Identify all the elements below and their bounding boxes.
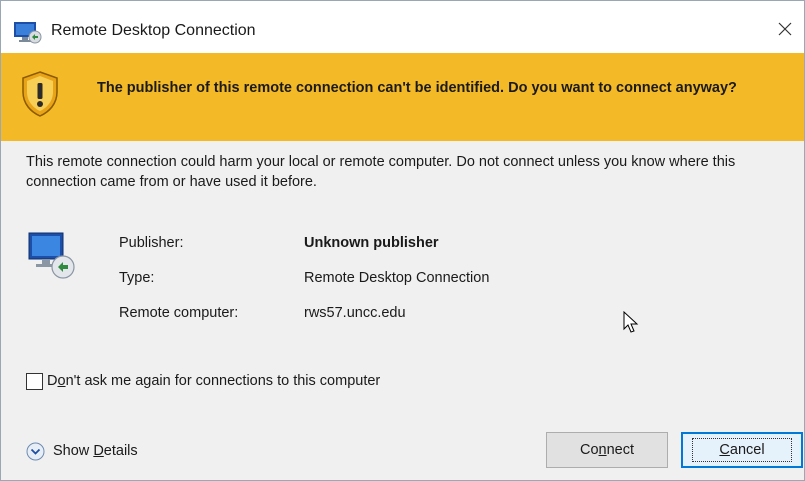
show-details-toggle[interactable]: Show Details (26, 440, 138, 462)
close-button[interactable] (770, 13, 800, 45)
dont-ask-checkbox-row[interactable]: Don't ask me again for connections to th… (26, 371, 380, 391)
rdp-dialog: Remote Desktop Connection The publisher … (0, 0, 805, 481)
dont-ask-label: Don't ask me again for connections to th… (47, 373, 381, 389)
remote-computer-icon (28, 232, 75, 279)
title-bar: Remote Desktop Connection (1, 1, 804, 53)
connect-button[interactable]: Co n nect (546, 432, 668, 468)
type-value: Remote Desktop Connection (304, 270, 490, 286)
type-label: Type: (119, 270, 155, 286)
remote-desktop-icon (14, 22, 42, 44)
warning-shield-icon (22, 71, 58, 117)
chevron-down-icon (26, 442, 45, 460)
mouse-cursor-icon (623, 311, 639, 333)
banner-message: The publisher of this remote connection … (97, 80, 737, 96)
close-icon (778, 22, 792, 36)
window-title: Remote Desktop Connection (51, 22, 256, 39)
dont-ask-checkbox[interactable] (26, 372, 43, 390)
cancel-button[interactable]: Cancel (681, 432, 803, 468)
publisher-value: Unknown publisher (304, 235, 439, 251)
warning-text: This remote connection could harm your l… (26, 154, 736, 190)
remote-computer-label: Remote computer: (119, 305, 239, 321)
remote-computer-value: rws57.uncc.edu (304, 305, 406, 321)
publisher-label: Publisher: (119, 235, 184, 251)
show-details-label: Show Details (53, 443, 138, 459)
